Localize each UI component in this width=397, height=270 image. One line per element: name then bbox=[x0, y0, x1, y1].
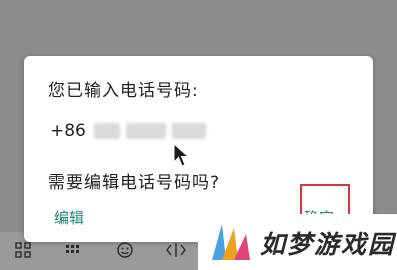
phone-country-code: +86 bbox=[50, 121, 86, 141]
dialog-title: 您已输入电话号码: bbox=[48, 81, 199, 101]
cursor-move-icon[interactable] bbox=[165, 241, 186, 259]
redacted-digits bbox=[125, 123, 166, 139]
redacted-digits bbox=[93, 123, 120, 139]
dialog-question: 需要编辑电话号码吗? bbox=[48, 173, 221, 193]
watermark: 如梦游戏园 bbox=[198, 214, 397, 270]
phone-number: +86 bbox=[50, 120, 212, 142]
redacted-digits bbox=[171, 123, 206, 139]
screen: 您已输入电话号码: +86 需要编辑电话号码吗? 编辑 确定 如梦游戏园 bbox=[0, 0, 397, 270]
edit-button[interactable]: 编辑 bbox=[54, 207, 84, 228]
site-logo-icon bbox=[212, 224, 250, 260]
emoji-icon[interactable] bbox=[116, 241, 134, 259]
keypad-icon[interactable] bbox=[64, 241, 82, 259]
mouse-pointer-icon bbox=[173, 142, 190, 167]
grid-icon[interactable] bbox=[14, 241, 32, 259]
watermark-text: 如梦游戏园 bbox=[260, 230, 396, 259]
